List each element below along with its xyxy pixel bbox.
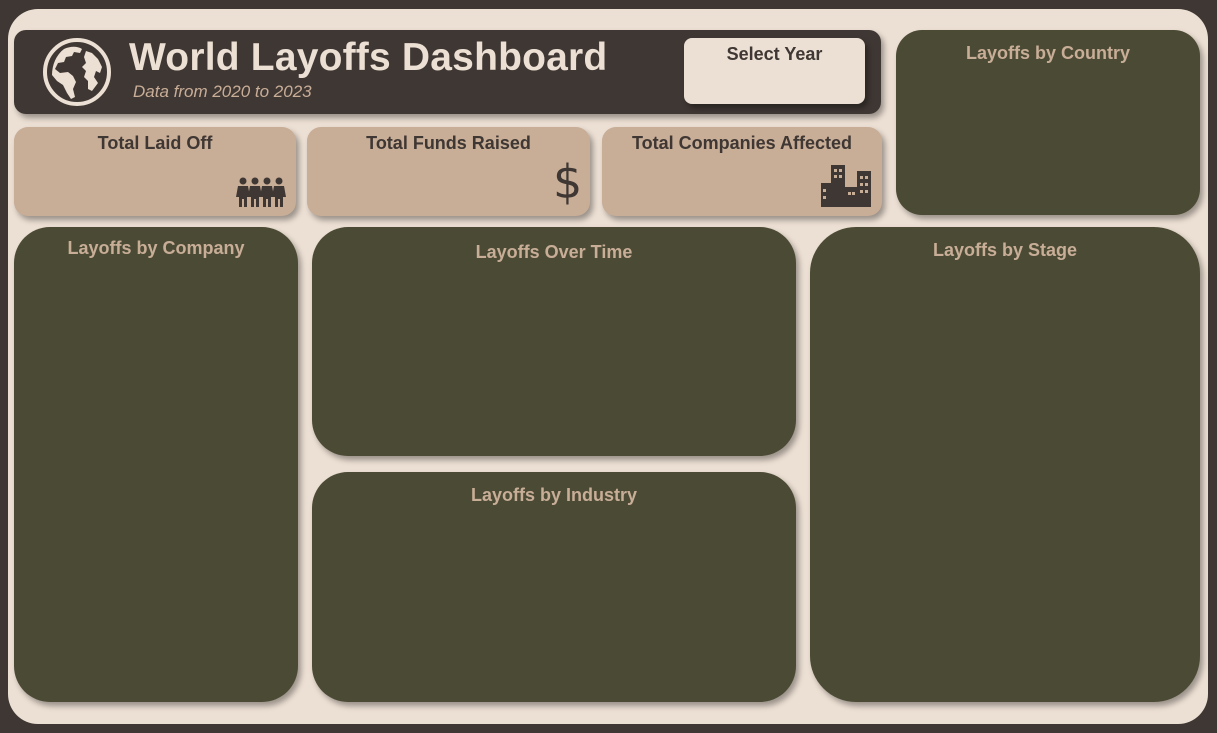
panel-title-stage: Layoffs by Stage: [932, 240, 1078, 260]
page-subtitle: Data from 2020 to 2023: [133, 82, 312, 101]
dollar-icon: $: [553, 155, 583, 209]
people-icon: [236, 177, 286, 207]
kpi-label-total-companies-affected: Total Companies Affected: [631, 133, 853, 153]
kpi-label-total-funds-raised: Total Funds Raised: [366, 133, 531, 153]
kpi-card-total-funds-raised: Total Funds Raised $: [307, 127, 590, 216]
panel-title-country: Layoffs by Country: [965, 43, 1130, 63]
kpi-card-total-laid-off: Total Laid Off: [14, 127, 296, 216]
panel-layoffs-by-stage: Layoffs by Stage: [810, 227, 1200, 702]
select-year-slicer[interactable]: Select Year: [684, 38, 865, 104]
dashboard-canvas: World Layoffs Dashboard Data from 2020 t…: [8, 9, 1208, 724]
panel-layoffs-over-time: Layoffs Over Time: [312, 227, 796, 456]
panel-layoffs-by-industry: Layoffs by Industry: [312, 472, 796, 702]
buildings-icon: [821, 165, 871, 207]
panel-title-company: Layoffs by Company: [67, 238, 245, 258]
panel-title-industry: Layoffs by Industry: [470, 485, 638, 505]
kpi-label-total-laid-off: Total Laid Off: [97, 133, 213, 153]
select-year-label: Select Year: [726, 44, 823, 64]
kpi-card-total-companies-affected: Total Companies Affected: [602, 127, 882, 216]
globe-icon: [43, 38, 111, 106]
panel-title-over-time: Layoffs Over Time: [475, 242, 633, 262]
page-title: World Layoffs Dashboard: [129, 36, 608, 79]
panel-layoffs-by-country: Layoffs by Country: [896, 30, 1200, 215]
panel-layoffs-by-company: Layoffs by Company: [14, 227, 298, 702]
